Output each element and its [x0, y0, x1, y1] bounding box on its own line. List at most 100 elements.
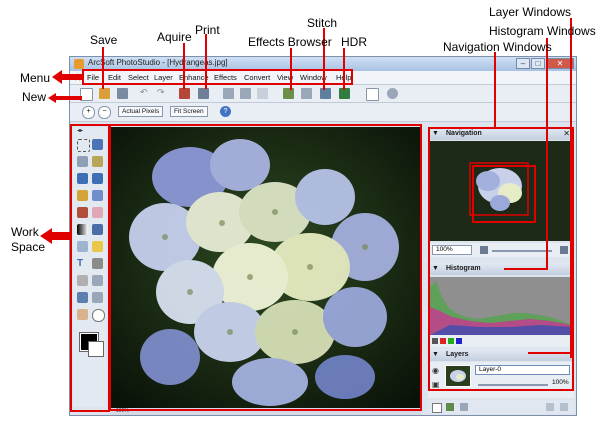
- move-tool-icon[interactable]: [92, 139, 103, 150]
- info-icon[interactable]: [366, 88, 379, 101]
- crop-tool-icon[interactable]: [77, 173, 88, 184]
- undo-icon[interactable]: ↶: [140, 88, 151, 99]
- minimize-button[interactable]: –: [516, 58, 530, 69]
- zoom-out-small-icon[interactable]: [480, 246, 488, 254]
- histogram-windows-pointer-tick: [504, 268, 548, 270]
- rotate-icon[interactable]: [223, 88, 234, 99]
- zoom-in-icon[interactable]: +: [82, 106, 95, 119]
- work-space-canvas[interactable]: [110, 127, 421, 410]
- zoom-out-icon[interactable]: −: [98, 106, 111, 119]
- print-icon[interactable]: [198, 88, 209, 99]
- smudge-tool-icon[interactable]: [92, 275, 103, 286]
- line-tool-icon[interactable]: [92, 258, 103, 269]
- new-layer-icon[interactable]: [432, 403, 442, 413]
- dodge-tool-icon[interactable]: [92, 241, 103, 252]
- callout-histogram-windows: Histogram Windows: [489, 24, 596, 38]
- histogram-panel-header[interactable]: ▼ Histogram: [428, 263, 574, 275]
- redo-icon[interactable]: ↷: [157, 88, 168, 99]
- layers-panel-title: Layers: [446, 351, 469, 358]
- channel-red-icon[interactable]: [440, 338, 446, 344]
- hydrangea-image: [110, 127, 421, 410]
- tips-icon[interactable]: [387, 88, 398, 99]
- status-bar: 100%: [110, 408, 421, 415]
- actual-pixels-button[interactable]: Actual Pixels: [118, 106, 164, 117]
- channel-all-icon[interactable]: [432, 338, 438, 344]
- layer-thumbnail-image: [446, 366, 470, 386]
- open-icon[interactable]: [99, 88, 110, 99]
- red-eye-tool-icon[interactable]: [92, 292, 103, 303]
- resize-icon[interactable]: [257, 88, 268, 99]
- effects-browser-icon[interactable]: [320, 88, 331, 99]
- close-icon[interactable]: ✕: [563, 128, 570, 140]
- save-icon[interactable]: [117, 88, 128, 99]
- stamp-tool-icon[interactable]: [77, 207, 88, 218]
- eraser-tool-icon[interactable]: [92, 207, 103, 218]
- status-zoom: 100%: [116, 408, 129, 414]
- gradient-tool-icon[interactable]: [77, 224, 88, 235]
- lasso-tool-icon[interactable]: [77, 156, 88, 167]
- eye-icon[interactable]: ◉: [432, 366, 439, 375]
- menu-arrow-icon: [52, 70, 82, 84]
- magic-wand-tool-icon[interactable]: [92, 156, 103, 167]
- histogram-controls: [428, 335, 574, 347]
- layer-down-icon[interactable]: [560, 403, 568, 411]
- print-pointer-line: [205, 34, 207, 89]
- callout-print: Print: [195, 23, 220, 37]
- zoom-tool-icon[interactable]: [92, 309, 105, 322]
- menu-edit[interactable]: Edit: [108, 73, 121, 82]
- channel-blue-icon[interactable]: [456, 338, 462, 344]
- brush-tool-icon[interactable]: [77, 190, 88, 201]
- menu-select[interactable]: Select: [128, 73, 149, 82]
- background-color-swatch[interactable]: [88, 341, 104, 357]
- delete-layer-icon[interactable]: [460, 403, 468, 411]
- navigation-controls: 100%: [428, 243, 574, 257]
- layers-actions: [428, 400, 574, 414]
- collapse-triangle-icon[interactable]: ▼: [432, 128, 439, 140]
- acquire-icon[interactable]: [179, 88, 190, 99]
- navigation-panel-header[interactable]: ▼ Navigation ✕: [428, 128, 574, 140]
- menu-effects[interactable]: Effects: [214, 73, 237, 82]
- rect-select-tool-icon[interactable]: [77, 139, 90, 152]
- collapse-triangle-icon[interactable]: ▼: [432, 349, 439, 361]
- help-icon[interactable]: ?: [220, 106, 231, 117]
- slideshow-icon[interactable]: [301, 88, 312, 99]
- shape-tool-icon[interactable]: [77, 275, 88, 286]
- layer-name-field[interactable]: Layer-0: [475, 365, 570, 375]
- navigation-zoom-select[interactable]: 100%: [432, 245, 472, 255]
- palette-grip-icon[interactable]: ◂▸: [77, 127, 88, 138]
- stitch-icon[interactable]: [283, 88, 294, 99]
- lock-icon[interactable]: ▣: [432, 380, 440, 389]
- callout-space: Space: [11, 240, 46, 254]
- opacity-slider[interactable]: [478, 384, 548, 386]
- transform-tool-icon[interactable]: [92, 173, 103, 184]
- airbrush-tool-icon[interactable]: [92, 190, 103, 201]
- app-icon: [74, 59, 84, 69]
- hand-tool-icon[interactable]: [77, 309, 88, 320]
- histogram-windows-pointer-line: [546, 38, 548, 270]
- duplicate-layer-icon[interactable]: [446, 403, 454, 411]
- menu-file[interactable]: File: [87, 73, 99, 82]
- callout-menu: Menu: [20, 71, 51, 85]
- layer-windows-pointer-tick: [528, 352, 572, 354]
- navigation-preview[interactable]: [430, 141, 572, 241]
- fit-screen-button[interactable]: Fit Screen: [170, 106, 208, 117]
- menu-convert[interactable]: Convert: [244, 73, 270, 82]
- eyedropper-tool-icon[interactable]: [77, 292, 88, 303]
- new-arrow-icon: [48, 93, 82, 103]
- menu-layer[interactable]: Layer: [154, 73, 173, 82]
- bucket-tool-icon[interactable]: [92, 224, 103, 235]
- layers-panel-header[interactable]: ▼ Layers: [428, 349, 574, 361]
- text-tool-icon[interactable]: T: [77, 258, 88, 269]
- collapse-triangle-icon[interactable]: ▼: [432, 263, 439, 275]
- channel-green-icon[interactable]: [448, 338, 454, 344]
- zoom-in-small-icon[interactable]: [560, 246, 568, 254]
- layers-list: ◉ ▣ Layer-0 100%: [428, 362, 574, 398]
- layer-thumbnail[interactable]: [445, 365, 471, 387]
- zoom-slider[interactable]: [492, 250, 552, 252]
- drop-tool-icon[interactable]: [77, 241, 88, 252]
- navigation-windows-pointer-line: [494, 52, 496, 128]
- layer-up-icon[interactable]: [546, 403, 554, 411]
- crop-tool-icon[interactable]: [240, 88, 251, 99]
- maximize-button[interactable]: □: [531, 58, 545, 69]
- callout-navigation-windows: Navigation Windows: [443, 40, 552, 54]
